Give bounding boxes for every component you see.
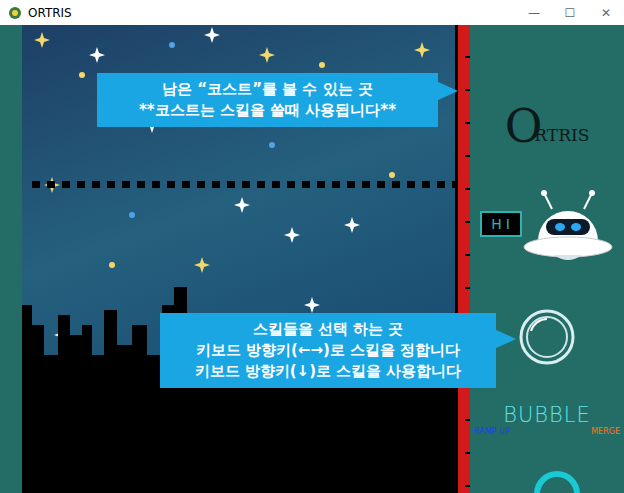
limit-line xyxy=(32,181,455,188)
logo: ORTRIS xyxy=(505,103,590,149)
skill-row: RAMP UP MERGE xyxy=(474,427,620,436)
game-window: ORTRIS —☐✕ ORTRIS HI BUBBLERAMP UP MERGE 남은 “코… xyxy=(0,0,624,493)
window-controls: —☐✕ xyxy=(516,0,624,25)
window-control-button[interactable]: — xyxy=(516,0,552,25)
skill-item[interactable]: RAMP UP xyxy=(474,427,510,436)
window-control-button[interactable]: ☐ xyxy=(552,0,588,25)
skill-item[interactable]: MERGE xyxy=(591,427,620,436)
current-skill: BUBBLE xyxy=(503,403,591,427)
title-bar: ORTRIS —☐✕ xyxy=(0,0,624,25)
left-strip xyxy=(0,25,22,493)
app-icon xyxy=(8,6,22,20)
cost-callout: 남은 “코스트”를 볼 수 있는 곳**코스트는 스킬을 쓸때 사용됩니다** xyxy=(97,73,438,127)
game-body: ORTRIS HI BUBBLERAMP UP MERGE 남은 “코스트”를 볼 수 … xyxy=(0,25,624,493)
cost-ticks xyxy=(465,25,470,493)
bubble-icon xyxy=(517,307,577,367)
robot-icon xyxy=(522,189,614,269)
sidebar: ORTRIS HI BUBBLERAMP UP MERGE xyxy=(470,25,624,493)
robot-sign: HI xyxy=(480,211,522,237)
robot: HI xyxy=(480,189,614,269)
skill-callout: 스킬들을 선택 하는 곳키보드 방향키(←→)로 스킬을 정합니다키보드 방향키… xyxy=(160,313,496,388)
next-skill-ring-icon xyxy=(534,471,580,493)
window-title: ORTRIS xyxy=(28,6,510,20)
skill-icon[interactable] xyxy=(517,307,577,371)
window-control-button[interactable]: ✕ xyxy=(588,0,624,25)
